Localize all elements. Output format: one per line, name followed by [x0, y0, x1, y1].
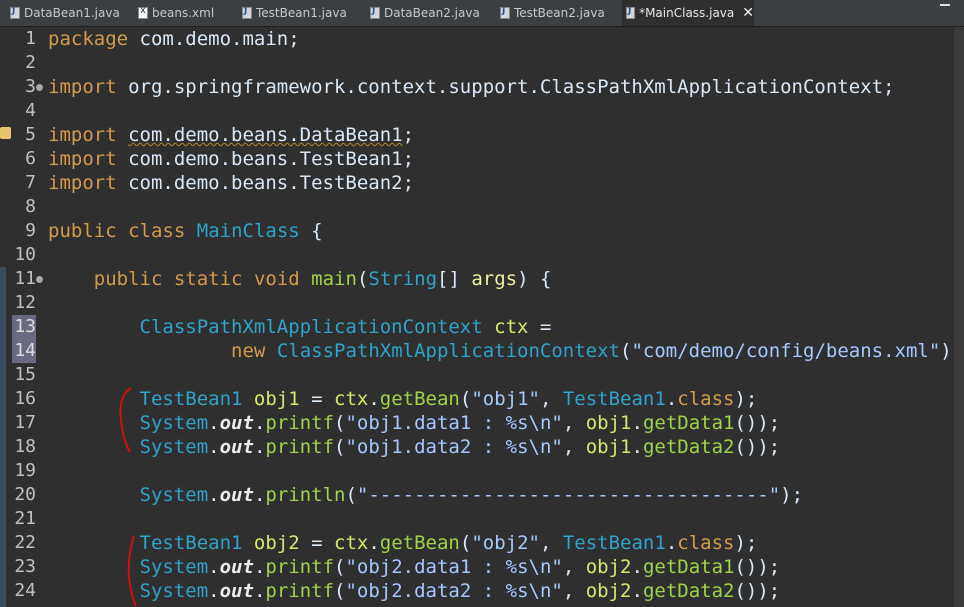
code-line[interactable]: 12	[0, 291, 954, 315]
line-number: 18	[14, 436, 36, 457]
tab-label: DataBean1.java	[24, 6, 120, 20]
line-number: 19	[14, 460, 36, 481]
code-line[interactable]: 24 System.out.printf("obj2.data2 : %s\n"…	[0, 579, 954, 603]
code-text[interactable]: TestBean1 obj1 = ctx.getBean("obj1", Tes…	[48, 387, 758, 411]
line-number: 20	[14, 484, 36, 505]
code-line[interactable]: 14 new ClassPathXmlApplicationContext("c…	[0, 339, 954, 363]
code-line[interactable]: 9 public class MainClass {	[0, 219, 954, 243]
code-line[interactable]: 10	[0, 243, 954, 267]
tab-testbean1[interactable]: TestBean1.java	[238, 0, 362, 26]
code-line[interactable]: 6 import com.demo.beans.TestBean1;	[0, 147, 954, 171]
tab-label: beans.xml	[152, 6, 215, 20]
java-file-icon	[626, 6, 636, 19]
line-number: 3	[25, 76, 36, 97]
code-line[interactable]: 4	[0, 99, 954, 123]
close-tab-icon[interactable]: ✕	[742, 5, 754, 21]
minimize-icon[interactable]	[940, 4, 950, 6]
line-number: 15	[14, 364, 36, 385]
tab-label: *MainClass.java	[639, 6, 735, 20]
code-line[interactable]: 13 ClassPathXmlApplicationContext ctx =	[0, 315, 954, 339]
tab-label: TestBean2.java	[514, 6, 605, 20]
fold-toggle-icon[interactable]	[36, 84, 43, 91]
tab-label: TestBean1.java	[256, 6, 347, 20]
tab-databean2[interactable]: DataBean2.java	[366, 0, 492, 26]
code-text[interactable]: TestBean1 obj2 = ctx.getBean("obj2", Tes…	[48, 531, 758, 555]
tab-testbean2[interactable]: TestBean2.java	[496, 0, 620, 26]
code-line[interactable]: 8	[0, 195, 954, 219]
line-number: 2	[25, 52, 36, 73]
code-text[interactable]: public class MainClass {	[48, 219, 323, 243]
line-number: 24	[14, 580, 36, 601]
code-line[interactable]: 2	[0, 51, 954, 75]
code-text[interactable]: public static void main(String[] args) {	[48, 267, 552, 291]
code-line[interactable]: 5 import com.demo.beans.DataBean1;	[0, 123, 954, 147]
line-number: 13	[12, 315, 36, 339]
line-number: 23	[14, 556, 36, 577]
code-text[interactable]: System.out.printf("obj2.data1 : %s\n", o…	[48, 555, 781, 579]
java-file-icon	[242, 6, 252, 19]
code-line[interactable]: 11 public static void main(String[] args…	[0, 267, 954, 291]
code-text[interactable]: System.out.printf("obj1.data2 : %s\n", o…	[48, 435, 781, 459]
code-text[interactable]: package com.demo.main;	[48, 27, 300, 51]
code-line[interactable]: 21	[0, 507, 954, 531]
line-number: 12	[14, 292, 36, 313]
line-number: 16	[14, 388, 36, 409]
line-number: 22	[14, 532, 36, 553]
code-text[interactable]: new ClassPathXmlApplicationContext("com/…	[48, 339, 954, 363]
code-line[interactable]: 23 System.out.printf("obj2.data1 : %s\n"…	[0, 555, 954, 579]
code-text[interactable]: import org.springframework.context.suppo…	[48, 75, 895, 99]
xml-file-icon	[138, 5, 148, 19]
code-line[interactable]: 3 import org.springframework.context.supp…	[0, 75, 954, 99]
code-line[interactable]: 15	[0, 363, 954, 387]
code-line[interactable]: 20 System.out.println("-----------------…	[0, 483, 954, 507]
line-number: 4	[25, 100, 36, 121]
fold-toggle-icon[interactable]	[36, 276, 43, 283]
line-number: 8	[25, 196, 36, 217]
tab-beans-xml[interactable]: beans.xml	[134, 0, 230, 26]
line-number: 1	[25, 28, 36, 49]
java-file-icon	[500, 6, 510, 19]
code-text[interactable]: System.out.printf("obj2.data2 : %s\n", o…	[48, 579, 781, 603]
code-text[interactable]: ClassPathXmlApplicationContext ctx =	[48, 315, 552, 339]
line-number: 7	[25, 172, 36, 193]
code-line[interactable]: 7 import com.demo.beans.TestBean2;	[0, 171, 954, 195]
line-number: 14	[12, 339, 36, 363]
code-line[interactable]: 1 package com.demo.main;	[0, 27, 954, 51]
vertical-scrollbar[interactable]	[954, 27, 964, 607]
line-number: 10	[14, 244, 36, 265]
code-line[interactable]: 17 System.out.printf("obj1.data1 : %s\n"…	[0, 411, 954, 435]
code-line[interactable]: 22 TestBean1 obj2 = ctx.getBean("obj2", …	[0, 531, 954, 555]
editor-tab-bar: DataBean1.java beans.xml TestBean1.java …	[0, 0, 964, 27]
line-number: 9	[25, 220, 36, 241]
line-number: 11	[14, 268, 36, 289]
line-number: 21	[14, 508, 36, 529]
code-editor[interactable]: 1 package com.demo.main; 2 3 import org.spri…	[0, 27, 954, 607]
code-text[interactable]: import com.demo.beans.TestBean2;	[48, 171, 414, 195]
code-line[interactable]: 16 TestBean1 obj1 = ctx.getBean("obj1", …	[0, 387, 954, 411]
java-file-icon	[370, 6, 380, 19]
tab-mainclass[interactable]: *MainClass.java ✕	[622, 0, 754, 26]
line-number: 5	[25, 124, 36, 145]
code-text[interactable]: import com.demo.beans.DataBean1;	[48, 123, 414, 147]
code-text[interactable]: System.out.println("--------------------…	[48, 483, 804, 507]
line-number: 6	[25, 148, 36, 169]
tab-label: DataBean2.java	[384, 6, 480, 20]
code-text[interactable]: import com.demo.beans.TestBean1;	[48, 147, 414, 171]
code-line[interactable]: 18 System.out.printf("obj1.data2 : %s\n"…	[0, 435, 954, 459]
code-line[interactable]: 19	[0, 459, 954, 483]
java-file-icon	[10, 6, 20, 19]
code-text[interactable]: System.out.printf("obj1.data1 : %s\n", o…	[48, 411, 781, 435]
tab-databean1[interactable]: DataBean1.java	[6, 0, 130, 26]
line-number: 17	[14, 412, 36, 433]
